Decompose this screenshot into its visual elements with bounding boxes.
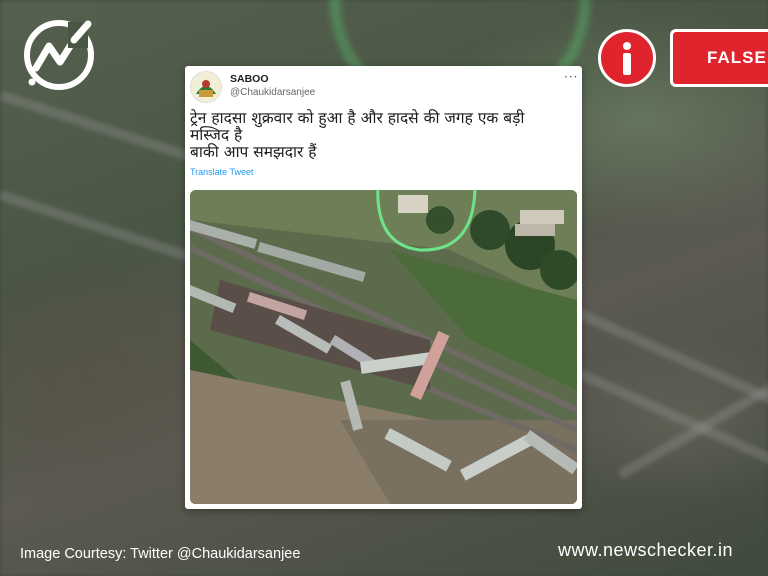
tweet-text-line: बाकी आप समझदार हैं [190,143,317,161]
site-url[interactable]: www.newschecker.in [558,540,733,561]
translate-tweet-link[interactable]: Translate Tweet [190,167,254,177]
aerial-train-accident-photo[interactable] [190,190,577,504]
tweet-handle[interactable]: @Chaukidarsanjee [230,87,315,98]
more-options-icon[interactable]: ··· [564,70,578,84]
tweet-display-name[interactable]: SABOO [230,73,269,85]
verdict-badge: FALSE [670,29,768,87]
avatar[interactable] [190,71,222,103]
tweet-text-line: मस्जिद है [190,126,243,144]
info-icon [598,29,656,87]
tweet-text: ट्रेन हादसा शुक्रवार को हुआ है और हादसे … [190,110,570,161]
image-credit: Image Courtesy: Twitter @Chaukidarsanjee [20,546,301,562]
tweet-text-line: ट्रेन हादसा शुक्रवार को हुआ है और हादसे … [190,109,525,127]
tweet-card[interactable]: SABOO @Chaukidarsanjee ··· ट्रेन हादसा श… [185,66,582,509]
newschecker-logo-icon[interactable] [22,18,96,92]
